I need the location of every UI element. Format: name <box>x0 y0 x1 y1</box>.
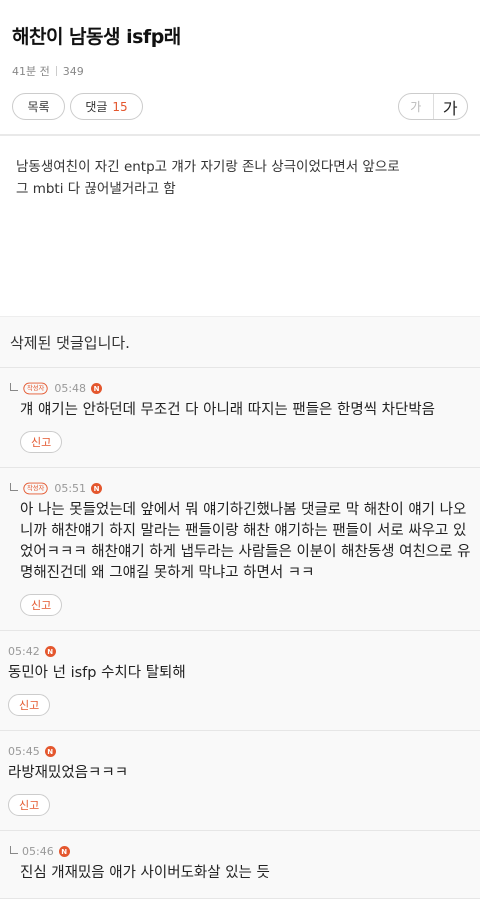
comment-time: 05:46 <box>22 845 54 858</box>
comment-text: 동민아 넌 isfp 수치다 탈퇴해 <box>8 665 186 681</box>
post-meta: 41분 전 349 <box>12 63 468 79</box>
meta-divider <box>55 66 57 76</box>
report-button[interactable]: 신고 <box>20 594 63 616</box>
font-big-button[interactable]: 가 <box>434 94 468 119</box>
comment-text: 아 나는 못들었는데 앞에서 뭐 얘기하긴했나봄 댓글로 막 해찬이 얘기 나오… <box>20 502 471 581</box>
reply-arrow-icon <box>10 482 18 491</box>
comment-meta: 작성자 05:51 N <box>8 482 472 495</box>
reply-arrow-icon <box>10 382 18 391</box>
post-body-line: 남동생여친이 자긴 entp고 걔가 자기랑 존나 상극이었다면서 앞으로 <box>16 159 400 175</box>
comment-meta: 05:42 N <box>8 645 472 658</box>
new-badge-icon: N <box>44 746 56 757</box>
post-actions: 목록 댓글 15 가 가 <box>12 93 468 134</box>
comment-meta: 05:45 N <box>8 745 472 758</box>
deleted-comment: 삭제된 댓글입니다. <box>0 317 480 368</box>
writer-badge: 작성자 <box>23 382 48 395</box>
new-badge-icon: N <box>91 483 103 494</box>
comment-text: 걔 얘기는 안하던데 무조건 다 아니래 따지는 팬들은 한명씩 차단박음 <box>20 402 435 418</box>
report-button[interactable]: 신고 <box>8 794 51 816</box>
comment-text: 진심 개재밌음 애가 사이버도화살 있는 듯 <box>20 865 270 881</box>
comment-time: 05:48 <box>54 382 87 395</box>
comment-item: 05:45 N 라방재밌었음ㅋㅋㅋ 신고 <box>0 731 480 831</box>
post-body: 남동생여친이 자긴 entp고 걔가 자기랑 존나 상극이었다면서 앞으로 그 … <box>0 136 480 316</box>
comment-item: 05:42 N 동민아 넌 isfp 수치다 탈퇴해 신고 <box>0 631 480 731</box>
comment-meta: 작성자 05:48 N <box>8 382 472 395</box>
comment-list: 삭제된 댓글입니다. 작성자 05:48 N 걔 얘기는 안하던데 무조건 다 … <box>0 317 480 899</box>
post-time: 41분 전 <box>12 65 50 78</box>
comment-text: 라방재밌었음ㅋㅋㅋ <box>8 765 129 781</box>
new-badge-icon: N <box>44 646 56 657</box>
post-views: 349 <box>62 64 84 78</box>
reply-arrow-icon <box>10 845 18 854</box>
new-badge-icon: N <box>91 383 103 394</box>
writer-badge: 작성자 <box>23 482 48 495</box>
comment-time: 05:42 <box>8 645 40 658</box>
font-size-toggle: 가 가 <box>398 93 468 120</box>
post-title: 해찬이 남동생 isfp래 <box>12 26 181 48</box>
comment-count: 15 <box>112 99 128 114</box>
comment-time: 05:45 <box>8 745 40 758</box>
comment-meta: 05:46 N <box>8 845 472 858</box>
comment-item: 작성자 05:48 N 걔 얘기는 안하던데 무조건 다 아니래 따지는 팬들은… <box>0 368 480 468</box>
comment-item: 05:46 N 진심 개재밌음 애가 사이버도화살 있는 듯 <box>0 831 480 899</box>
comment-time: 05:51 <box>54 482 87 495</box>
report-button[interactable]: 신고 <box>8 694 51 716</box>
report-button[interactable]: 신고 <box>20 431 63 453</box>
comments-label: 댓글 <box>85 100 108 114</box>
font-small-button[interactable]: 가 <box>399 94 434 119</box>
comments-button[interactable]: 댓글 15 <box>70 93 143 120</box>
new-badge-icon: N <box>58 846 70 857</box>
post-body-line: 그 mbti 다 끊어낼거라고 함 <box>16 181 176 197</box>
post-header: 해찬이 남동생 isfp래 41분 전 349 목록 댓글 15 가 가 <box>0 0 480 134</box>
comment-item: 작성자 05:51 N 아 나는 못들었는데 앞에서 뭐 얘기하긴했나봄 댓글로… <box>0 468 480 631</box>
list-button[interactable]: 목록 <box>12 93 65 120</box>
